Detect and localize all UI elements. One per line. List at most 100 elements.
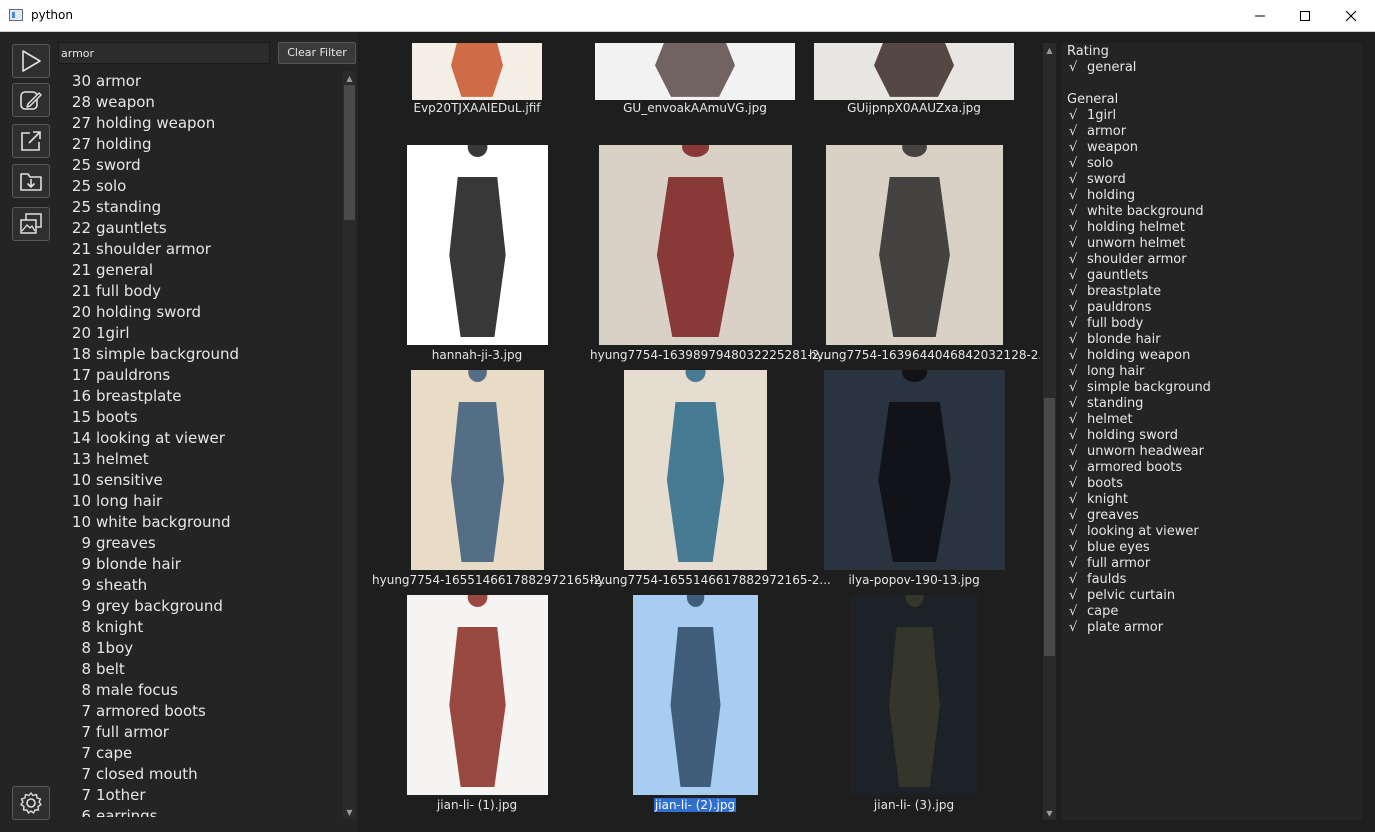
image-filename[interactable]: Evp20TJXAAIEDuL.jfif xyxy=(372,101,582,115)
image-tag-row[interactable]: √ boots xyxy=(1062,476,1362,492)
gallery-button[interactable] xyxy=(12,207,50,241)
image-tag-row[interactable]: √ plate armor xyxy=(1062,620,1362,636)
image-tag-row[interactable]: √ simple background xyxy=(1062,380,1362,396)
tag-count-row[interactable]: 6 earrings xyxy=(58,806,342,817)
image-tag-row[interactable]: √ 1girl xyxy=(1062,108,1362,124)
tag-count-row[interactable]: 7 cape xyxy=(58,743,342,764)
image-filename[interactable]: GU_envoakAAmuVG.jpg xyxy=(590,101,800,115)
tag-count-row[interactable]: 21 general xyxy=(58,260,342,281)
tag-count-row[interactable]: 7 full armor xyxy=(58,722,342,743)
image-tag-row[interactable]: √ holding weapon xyxy=(1062,348,1362,364)
tag-count-row[interactable]: 21 full body xyxy=(58,281,342,302)
scroll-up-icon[interactable]: ▲ xyxy=(1043,43,1056,57)
tag-count-row[interactable]: 25 sword xyxy=(58,155,342,176)
image-filename[interactable]: hannah-ji-3.jpg xyxy=(372,348,582,362)
image-tag-row[interactable]: √ full body xyxy=(1062,316,1362,332)
image-tag-row[interactable]: √ blonde hair xyxy=(1062,332,1362,348)
image-thumbnail[interactable] xyxy=(850,595,978,795)
image-thumbnail[interactable] xyxy=(814,43,1014,100)
image-tag-row[interactable]: √ sword xyxy=(1062,172,1362,188)
tag-count-row[interactable]: 16 breastplate xyxy=(58,386,342,407)
scroll-down-icon[interactable]: ▼ xyxy=(1043,806,1056,820)
image-tag-row[interactable]: √ unworn helmet xyxy=(1062,236,1362,252)
image-tag-row[interactable]: √ weapon xyxy=(1062,140,1362,156)
tag-count-row[interactable]: 14 looking at viewer xyxy=(58,428,342,449)
image-filename[interactable]: jian-li- (3).jpg xyxy=(809,798,1019,812)
image-tag-row[interactable]: √ gauntlets xyxy=(1062,268,1362,284)
tag-count-row[interactable]: 7 1other xyxy=(58,785,342,806)
tag-count-row[interactable]: 13 helmet xyxy=(58,449,342,470)
open-external-button[interactable] xyxy=(12,124,50,158)
image-tag-row[interactable]: √ pauldrons xyxy=(1062,300,1362,316)
tag-count-row[interactable]: 22 gauntlets xyxy=(58,218,342,239)
tag-count-row[interactable]: 25 solo xyxy=(58,176,342,197)
tag-count-row[interactable]: 9 sheath xyxy=(58,575,342,596)
tag-count-row[interactable]: 8 1boy xyxy=(58,638,342,659)
tag-count-row[interactable]: 10 sensitive xyxy=(58,470,342,491)
tag-count-row[interactable]: 18 simple background xyxy=(58,344,342,365)
tag-count-row[interactable]: 10 long hair xyxy=(58,491,342,512)
tag-count-row[interactable]: 27 holding xyxy=(58,134,342,155)
image-tag-row[interactable]: √ standing xyxy=(1062,396,1362,412)
image-tag-row[interactable]: √ helmet xyxy=(1062,412,1362,428)
tag-count-row[interactable]: 10 white background xyxy=(58,512,342,533)
tag-count-row[interactable]: 9 grey background xyxy=(58,596,342,617)
image-filename[interactable]: jian-li- (1).jpg xyxy=(372,798,582,812)
scrollbar-thumb[interactable] xyxy=(344,85,355,220)
image-tag-row[interactable]: √ greaves xyxy=(1062,508,1362,524)
image-thumbnail[interactable] xyxy=(412,43,542,100)
settings-button[interactable] xyxy=(12,786,50,820)
tag-count-row[interactable]: 20 holding sword xyxy=(58,302,342,323)
maximize-button[interactable] xyxy=(1282,0,1328,31)
tag-count-row[interactable]: 30 armor xyxy=(58,71,342,92)
image-tag-row[interactable]: √ knight xyxy=(1062,492,1362,508)
image-tag-row[interactable]: √ white background xyxy=(1062,204,1362,220)
edit-button[interactable] xyxy=(12,83,50,117)
image-tag-row[interactable]: √ armor xyxy=(1062,124,1362,140)
image-filename[interactable]: hyung7754-1655146617882972165-2... xyxy=(590,573,831,587)
image-filename[interactable]: hyung7754-1639897948032225281-2... xyxy=(590,348,831,362)
image-filename[interactable]: hyung7754-1655146617882972165-2... xyxy=(372,573,613,587)
image-thumbnail[interactable] xyxy=(825,145,1003,345)
tag-count-row[interactable]: 21 shoulder armor xyxy=(58,239,342,260)
tag-count-row[interactable]: 7 closed mouth xyxy=(58,764,342,785)
image-tag-row[interactable]: √ full armor xyxy=(1062,556,1362,572)
image-filename[interactable]: GUijpnpX0AAUZxa.jpg xyxy=(809,101,1019,115)
tag-count-row[interactable]: 28 weapon xyxy=(58,92,342,113)
run-button[interactable] xyxy=(12,44,50,78)
image-thumbnail[interactable] xyxy=(406,595,548,795)
image-thumbnail[interactable] xyxy=(823,370,1005,570)
image-tag-row[interactable]: √ armored boots xyxy=(1062,460,1362,476)
filter-input[interactable] xyxy=(58,42,270,64)
tag-list-scrollbar[interactable]: ▲ ▼ xyxy=(343,71,356,819)
image-tag-row[interactable]: √ general xyxy=(1062,60,1362,76)
grid-scrollbar[interactable]: ▲ ▼ xyxy=(1043,43,1056,820)
image-tag-row[interactable]: √ holding helmet xyxy=(1062,220,1362,236)
image-tag-row[interactable]: √ faulds xyxy=(1062,572,1362,588)
tag-count-row[interactable]: 27 holding weapon xyxy=(58,113,342,134)
export-folder-button[interactable] xyxy=(12,164,50,198)
image-thumbnail[interactable] xyxy=(410,370,544,570)
image-tag-row[interactable]: √ unworn headwear xyxy=(1062,444,1362,460)
image-thumbnail[interactable] xyxy=(632,595,758,795)
tag-count-row[interactable]: 8 belt xyxy=(58,659,342,680)
image-tag-row[interactable]: √ long hair xyxy=(1062,364,1362,380)
tag-count-row[interactable]: 20 1girl xyxy=(58,323,342,344)
image-thumbnail[interactable] xyxy=(623,370,767,570)
tag-count-row[interactable]: 9 greaves xyxy=(58,533,342,554)
image-tag-row[interactable]: √ solo xyxy=(1062,156,1362,172)
tag-count-row[interactable]: 8 knight xyxy=(58,617,342,638)
tag-count-row[interactable]: 25 standing xyxy=(58,197,342,218)
image-thumbnail[interactable] xyxy=(598,145,792,345)
close-button[interactable] xyxy=(1328,0,1374,31)
image-tag-row[interactable]: √ holding sword xyxy=(1062,428,1362,444)
image-filename[interactable]: jian-li- (2).jpg xyxy=(590,798,800,812)
tag-count-row[interactable]: 9 blonde hair xyxy=(58,554,342,575)
tag-count-row[interactable]: 15 boots xyxy=(58,407,342,428)
image-tag-row[interactable]: √ shoulder armor xyxy=(1062,252,1362,268)
image-thumbnail[interactable] xyxy=(406,145,548,345)
scroll-up-icon[interactable]: ▲ xyxy=(343,71,356,85)
tag-count-row[interactable]: 8 male focus xyxy=(58,680,342,701)
image-tag-row[interactable]: √ holding xyxy=(1062,188,1362,204)
minimize-button[interactable] xyxy=(1237,0,1283,31)
